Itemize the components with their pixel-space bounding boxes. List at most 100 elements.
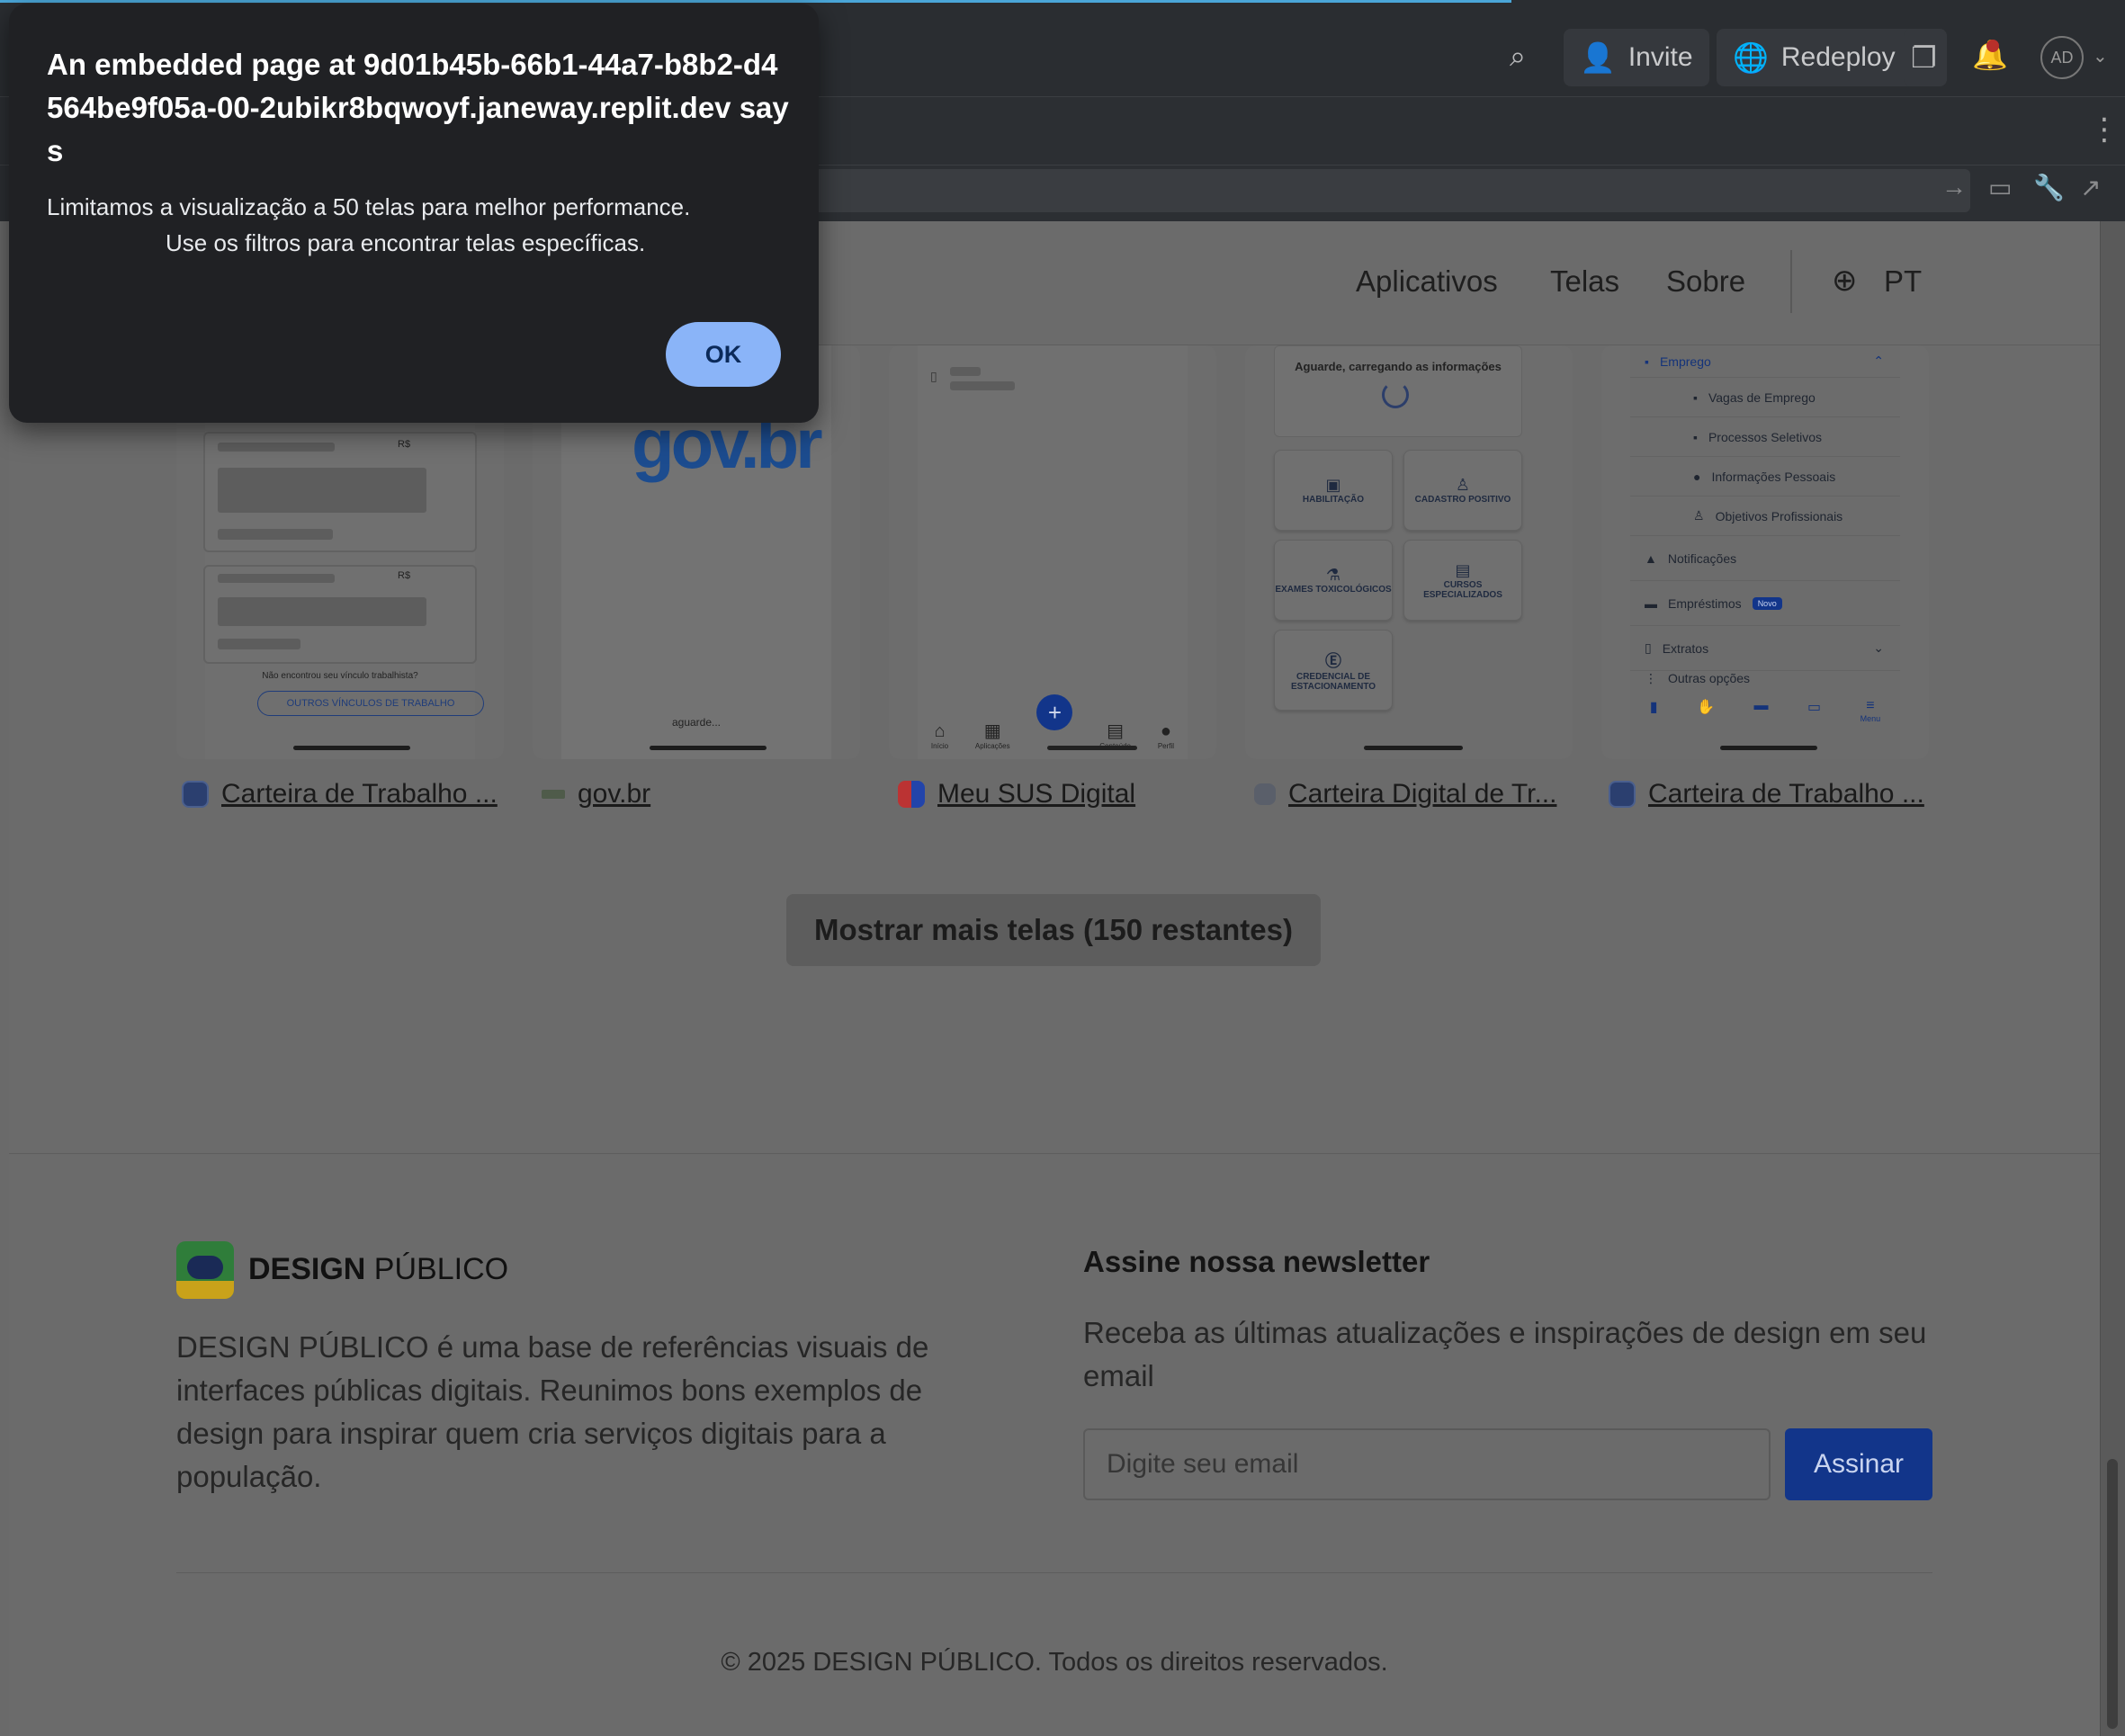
thumbnail-line: [950, 381, 1015, 390]
brand-name: DESIGN PÚBLICO: [248, 1252, 508, 1287]
chevron-down-icon[interactable]: ⌄: [2093, 45, 2108, 67]
app-name: gov.br: [578, 779, 651, 809]
thumbnail-line: [950, 367, 981, 376]
wrench-icon[interactable]: 🔧: [2033, 173, 2065, 202]
home-indicator: [1720, 746, 1817, 750]
globe-icon[interactable]: ⊕: [1832, 263, 1858, 299]
screen-card-5[interactable]: ▪ Emprego ⌃ ▪ Vagas de Emprego ▪ Processos S…: [1601, 345, 1929, 759]
thumbnail-line: [218, 574, 335, 583]
more-options-icon[interactable]: ⋮: [2089, 112, 2120, 148]
id-card-icon: ▮: [1649, 700, 1658, 715]
tile-exams: ⚗ EXAMES TOXICOLÓGICOS: [1274, 540, 1393, 621]
bottom-tab-bar: ▮ ✋ ▬ ▭ ≡ Menu: [1630, 698, 1900, 723]
add-user-icon: 👤: [1580, 41, 1616, 74]
loading-text: Aguarde, carregando as informações: [1295, 360, 1502, 373]
user-icon: ♙: [1693, 508, 1705, 523]
menu-label: Vagas de Emprego: [1708, 389, 1816, 405]
invite-button[interactable]: 👤 Invite: [1564, 29, 1709, 86]
currency-label: R$: [398, 439, 411, 450]
monitor-icon[interactable]: ▭: [1988, 173, 2012, 202]
home-indicator: [650, 746, 767, 750]
bottom-tab-bar: ⌂Início ▦Aplicações + ▤Conteúdo ●Perfil: [918, 687, 1188, 750]
email-field[interactable]: [1083, 1428, 1771, 1500]
menu-row: ▪ Processos Seletivos: [1630, 417, 1900, 457]
app-favicon: [1254, 783, 1276, 805]
home-indicator: [1364, 746, 1463, 750]
nav-link-screens[interactable]: Telas: [1550, 264, 1619, 299]
ok-button[interactable]: OK: [666, 322, 781, 387]
tile-label: CURSOS ESPECIALIZADOS: [1423, 579, 1502, 600]
tile-credit: ♙ CADASTRO POSITIVO: [1403, 450, 1522, 531]
currency-label: R$: [398, 570, 411, 581]
tab-profile: ● Perfil: [1158, 721, 1174, 750]
logo-base: [176, 1281, 234, 1299]
microscope-icon: ⚗: [1325, 566, 1341, 584]
avatar[interactable]: AD: [2040, 36, 2084, 79]
deploy-options-button[interactable]: ❐: [1904, 29, 1947, 86]
thumbnail-line: [218, 529, 333, 540]
newsletter-title: Assine nossa newsletter: [1083, 1245, 1430, 1278]
newsletter-description: Receba as últimas atualizações e inspira…: [1083, 1316, 1927, 1392]
dialog-title: An embedded page at 9d01b45b-66b1-44a7-b…: [47, 48, 789, 167]
hand-icon: ✋: [1697, 700, 1715, 715]
chat-icon: ▤: [1455, 560, 1471, 579]
scrollbar-thumb[interactable]: [2107, 1459, 2118, 1729]
user-icon: ●: [1160, 721, 1171, 741]
notification-dot: [1986, 40, 1999, 52]
menu-label: Notificações: [1667, 550, 1737, 566]
show-more-button[interactable]: Mostrar mais telas (150 restantes): [786, 894, 1321, 966]
home-indicator: [1047, 746, 1137, 750]
spinner-icon: [1382, 381, 1409, 408]
brand-rest: PÚBLICO: [365, 1252, 509, 1286]
plus-icon: +: [1036, 694, 1073, 730]
logo-globe: [187, 1256, 223, 1279]
tile-license: ▣ HABILITAÇÃO: [1274, 450, 1393, 531]
app-link-2[interactable]: gov.br: [542, 779, 650, 810]
menu-label: Informações Pessoais: [1711, 469, 1836, 484]
book-icon: ▤: [1107, 721, 1125, 741]
menu-row: ● Informações Pessoais: [1630, 457, 1900, 497]
thumbnail-block: [218, 597, 426, 626]
tab-label: Aplicações: [974, 742, 1010, 750]
chevron-down-icon: ⌄: [1873, 640, 1884, 655]
grid-icon: ▦: [983, 721, 1001, 741]
app-favicon: [1609, 781, 1636, 808]
nav-link-apps[interactable]: Aplicativos: [1356, 264, 1498, 299]
info-icon: ●: [1693, 469, 1701, 484]
search-icon[interactable]: ⌕: [1510, 40, 1526, 74]
external-link-icon[interactable]: ↗: [2080, 173, 2101, 202]
nav-link-about[interactable]: Sobre: [1666, 264, 1745, 299]
money-icon: ▬: [1645, 595, 1657, 611]
thumbnail-block: [218, 468, 426, 513]
app-name: Meu SUS Digital: [937, 779, 1136, 809]
app-favicon: [898, 781, 925, 808]
screen-card-3[interactable]: ▯ ⌂Início ▦Aplicações + ▤Conteúdo ●Perfi…: [889, 345, 1216, 759]
tab-label: Perfil: [1157, 742, 1175, 750]
about-text: DESIGN PÚBLICO é uma base de referências…: [176, 1330, 929, 1493]
app-link-4[interactable]: Carteira Digital de Tr...: [1254, 779, 1556, 810]
app-link-1[interactable]: Carteira de Trabalho ...: [182, 779, 498, 810]
thumbnail-line: [218, 639, 300, 649]
menu-label: Empréstimos: [1668, 595, 1742, 611]
language-selector[interactable]: PT: [1884, 264, 1922, 299]
app-link-5[interactable]: Carteira de Trabalho ...: [1609, 779, 1924, 810]
document-icon: ▯: [1645, 640, 1652, 655]
tab-home: ⌂ Início: [931, 721, 948, 750]
brand-logo: [176, 1241, 234, 1299]
loading-text: aguarde...: [671, 716, 722, 729]
globe-icon: 🌐: [1733, 41, 1769, 74]
menu-row: ▬ Empréstimos Novo: [1630, 581, 1900, 626]
screen-card-4[interactable]: Aguarde, carregando as informações ▣ HABI…: [1245, 345, 1573, 759]
copyright-text: © 2025 DESIGN PÚBLICO. Todos os direitos…: [721, 1648, 1388, 1677]
nav-divider: [1790, 250, 1792, 313]
subscribe-button[interactable]: Assinar: [1785, 1428, 1932, 1500]
briefcase-icon: ▪: [1693, 389, 1698, 405]
app-name: Carteira Digital de Tr...: [1288, 779, 1557, 809]
app-link-3[interactable]: Meu SUS Digital: [898, 779, 1135, 810]
tile-label: CREDENCIAL DE ESTACIONAMENTO: [1290, 672, 1376, 692]
footer-divider: [176, 1572, 1932, 1573]
tab-label: Início: [930, 742, 949, 750]
arrow-right-icon[interactable]: →: [1941, 173, 1967, 201]
menu-row: ▪ Emprego ⌃: [1630, 345, 1900, 378]
url-field[interactable]: [801, 169, 1970, 212]
